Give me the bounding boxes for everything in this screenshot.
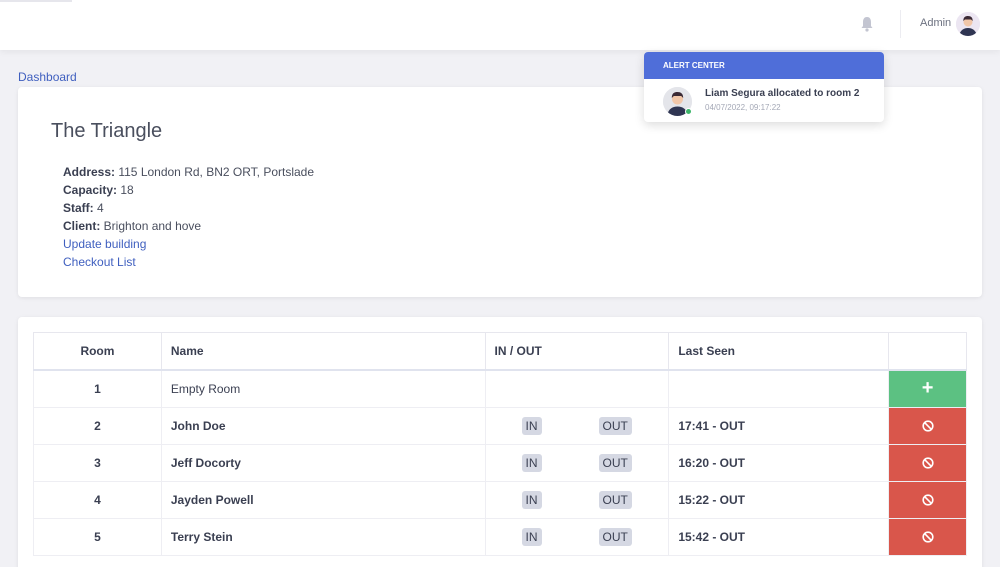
header-actions bbox=[888, 332, 967, 371]
out-button[interactable]: OUT bbox=[598, 453, 632, 472]
remove-occupant-button[interactable] bbox=[889, 444, 966, 481]
out-button[interactable]: OUT bbox=[598, 416, 632, 435]
in-button[interactable]: IN bbox=[521, 416, 542, 435]
ban-icon bbox=[921, 530, 934, 543]
address-label: Address: bbox=[63, 165, 116, 179]
room-number: 3 bbox=[33, 443, 162, 482]
capacity-value: 18 bbox=[117, 183, 134, 197]
occupant-name: John Doe bbox=[160, 406, 486, 445]
client-label: Client: bbox=[63, 219, 101, 233]
occupant-name: Jeff Docorty bbox=[160, 443, 486, 482]
staff-row: Staff: 4 bbox=[63, 199, 314, 217]
last-seen: 15:22 - OUT bbox=[668, 480, 890, 519]
plus-icon: + bbox=[921, 377, 934, 399]
client-row: Client: Brighton and hove bbox=[63, 217, 314, 235]
table-row: 3 Jeff Docorty IN OUT 16:20 - OUT bbox=[33, 443, 967, 482]
in-button[interactable]: IN bbox=[521, 490, 542, 509]
bell-icon[interactable] bbox=[859, 15, 875, 33]
navbar-divider bbox=[900, 10, 901, 38]
remove-occupant-button[interactable] bbox=[889, 481, 966, 518]
address-row: Address: 115 London Rd, BN2 ORT, Portsla… bbox=[63, 163, 314, 181]
occupant-name: Jayden Powell bbox=[160, 480, 486, 519]
remove-occupant-button[interactable] bbox=[889, 407, 966, 444]
table-row: 4 Jayden Powell IN OUT 15:22 - OUT bbox=[33, 480, 967, 519]
address-value: 115 London Rd, BN2 ORT, Portslade bbox=[115, 165, 315, 179]
update-building-link[interactable]: Update building bbox=[63, 235, 314, 253]
add-occupant-button[interactable]: + bbox=[889, 370, 966, 407]
top-navbar: Admin bbox=[0, 0, 1000, 50]
staff-label: Staff: bbox=[63, 201, 94, 215]
out-button[interactable]: OUT bbox=[598, 490, 632, 509]
room-number: 4 bbox=[33, 480, 162, 519]
page-title: The Triangle bbox=[51, 120, 163, 142]
ban-icon bbox=[921, 419, 934, 432]
alert-message[interactable]: Liam Segura allocated to room 2 bbox=[705, 88, 859, 99]
action-cell: + bbox=[888, 369, 967, 408]
header-last-seen: Last Seen bbox=[668, 332, 890, 371]
remove-occupant-button[interactable] bbox=[889, 518, 966, 555]
room-number: 1 bbox=[33, 369, 162, 408]
header-room: Room bbox=[33, 332, 162, 371]
building-details: Address: 115 London Rd, BN2 ORT, Portsla… bbox=[63, 163, 314, 271]
table-row: 2 John Doe IN OUT 17:41 - OUT bbox=[33, 406, 967, 445]
in-out-cell: IN OUT bbox=[484, 443, 670, 482]
room-number: 2 bbox=[33, 406, 162, 445]
user-name[interactable]: Admin bbox=[920, 17, 951, 29]
action-cell bbox=[888, 443, 967, 482]
in-out-cell: IN OUT bbox=[484, 406, 670, 445]
out-button[interactable]: OUT bbox=[598, 527, 632, 546]
occupant-name: Empty Room bbox=[160, 369, 486, 408]
header-name: Name bbox=[160, 332, 486, 371]
online-status-dot bbox=[685, 108, 692, 115]
staff-value: 4 bbox=[93, 201, 104, 215]
action-cell bbox=[888, 517, 967, 556]
capacity-row: Capacity: 18 bbox=[63, 181, 314, 199]
capacity-label: Capacity: bbox=[63, 183, 118, 197]
occupant-name: Terry Stein bbox=[160, 517, 486, 556]
rooms-table: Room Name IN / OUT Last Seen 1 Empty Roo… bbox=[33, 332, 967, 556]
in-out-cell bbox=[484, 369, 670, 408]
client-value: Brighton and hove bbox=[100, 219, 202, 233]
avatar[interactable] bbox=[956, 12, 980, 36]
ban-icon bbox=[921, 493, 934, 506]
rooms-card: Room Name IN / OUT Last Seen 1 Empty Roo… bbox=[18, 317, 982, 567]
alert-center-title: ALERT CENTER bbox=[644, 52, 884, 79]
last-seen: 15:42 - OUT bbox=[668, 517, 890, 556]
table-row: 5 Terry Stein IN OUT 15:42 - OUT bbox=[33, 517, 967, 556]
table-row: 1 Empty Room + bbox=[33, 369, 967, 408]
table-header-row: Room Name IN / OUT Last Seen bbox=[33, 332, 967, 371]
last-seen bbox=[668, 369, 890, 408]
in-button[interactable]: IN bbox=[521, 527, 542, 546]
checkout-list-link[interactable]: Checkout List bbox=[63, 253, 314, 271]
in-out-cell: IN OUT bbox=[484, 517, 670, 556]
logo-placeholder bbox=[0, 0, 72, 2]
action-cell bbox=[888, 406, 967, 445]
ban-icon bbox=[921, 456, 934, 469]
alert-timestamp: 04/07/2022, 09:17:22 bbox=[705, 103, 781, 112]
last-seen: 16:20 - OUT bbox=[668, 443, 890, 482]
alert-center-dropdown: ALERT CENTER Liam Segura allocated to ro… bbox=[644, 52, 884, 122]
header-in-out: IN / OUT bbox=[484, 332, 670, 371]
in-button[interactable]: IN bbox=[521, 453, 542, 472]
room-number: 5 bbox=[33, 517, 162, 556]
last-seen: 17:41 - OUT bbox=[668, 406, 890, 445]
action-cell bbox=[888, 480, 967, 519]
in-out-cell: IN OUT bbox=[484, 480, 670, 519]
breadcrumb-dashboard[interactable]: Dashboard bbox=[18, 70, 77, 84]
